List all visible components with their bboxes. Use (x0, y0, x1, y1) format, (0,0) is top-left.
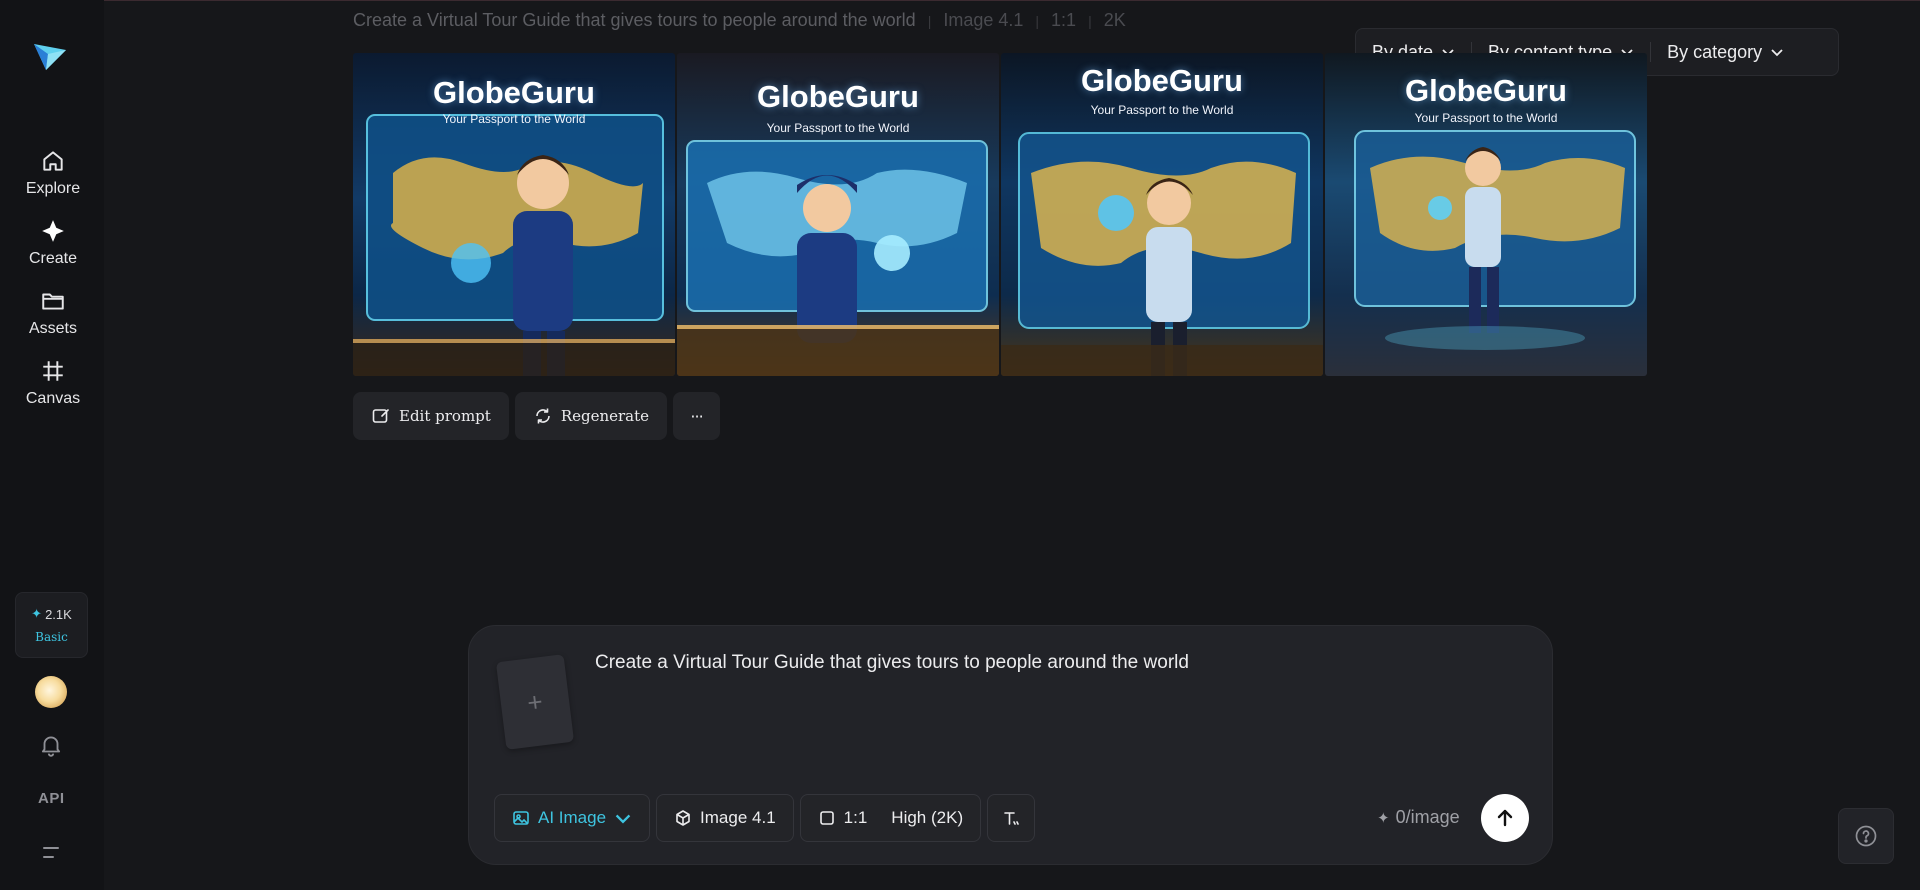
image-subtitle: Your Passport to the World (1090, 103, 1234, 117)
regenerate-button[interactable]: Regenerate (514, 392, 668, 440)
canvas-icon (43, 361, 63, 381)
model-label: Image 4.1 (700, 808, 776, 827)
plus-icon: + (525, 685, 545, 718)
bell-icon[interactable] (38, 732, 64, 758)
button-label: Regenerate (560, 407, 650, 425)
menu-icon[interactable] (40, 844, 62, 862)
top-border (0, 0, 1920, 1)
chevron-down-icon (1771, 49, 1783, 57)
header-prompt: Create a Virtual Tour Guide that gives t… (353, 10, 916, 30)
nav-label: Create (28, 250, 78, 267)
generated-image[interactable]: GlobeGuru Your Passport to the World (677, 53, 999, 376)
nav-item-create[interactable]: Create (14, 212, 92, 274)
image-subtitle: Your Passport to the World (442, 112, 586, 126)
cube-icon (676, 810, 690, 826)
nav-label: Assets (28, 320, 77, 337)
nav-item-explore[interactable]: Explore (14, 142, 92, 204)
refresh-icon (536, 408, 550, 424)
divider: | (1088, 12, 1092, 29)
avatar[interactable] (35, 676, 67, 708)
sparkle-icon: ✦ (1377, 809, 1390, 827)
model-select[interactable]: Image 4.1 (656, 794, 794, 842)
image-title: GlobeGuru (757, 79, 919, 114)
more-icon: ··· (690, 406, 703, 426)
send-button[interactable] (1481, 794, 1529, 842)
composer-toolbar: AI Image Image 4.1 1:1 High (2K) (494, 794, 1036, 842)
prompt-composer: + Create a Virtual Tour Guide that gives… (468, 625, 1553, 865)
image-icon (513, 811, 529, 825)
ratio-label: 1:1 (843, 808, 868, 827)
image-actions: Edit prompt Regenerate ··· (353, 392, 721, 440)
image-grid: GlobeGuru Your Passport to the World Glo… (353, 53, 1647, 376)
home-icon (43, 151, 63, 171)
mode-label: AI Image (538, 808, 607, 827)
image-subtitle: Your Passport to the World (1414, 111, 1558, 125)
image-title: GlobeGuru (1405, 73, 1567, 108)
sparkle-icon (42, 220, 64, 242)
nav-label: Canvas (25, 390, 81, 407)
image-title: GlobeGuru (433, 75, 595, 110)
header-resolution: 2K (1103, 10, 1126, 30)
square-ratio-icon (819, 811, 834, 825)
sparkle-icon: ✦ (31, 606, 43, 621)
api-link[interactable]: API (38, 790, 65, 807)
more-options-button[interactable]: ··· (673, 392, 721, 440)
nav-label: Explore (25, 180, 81, 197)
generated-image[interactable]: GlobeGuru Your Passport to the World (1001, 53, 1323, 376)
question-icon (1855, 825, 1877, 847)
edit-prompt-button[interactable]: Edit prompt (353, 392, 509, 440)
image-subtitle: Your Passport to the World (766, 121, 910, 135)
filter-label: By category (1667, 41, 1763, 62)
filter-by-category[interactable]: By category (1651, 29, 1800, 75)
generation-header: Create a Virtual Tour Guide that gives t… (353, 10, 1126, 31)
plan-label: Basic (35, 630, 68, 644)
cost-label: 0/image (1395, 807, 1460, 827)
header-ratio: 1:1 (1051, 10, 1077, 30)
nav-item-canvas[interactable]: Canvas (14, 352, 92, 414)
button-label: Edit prompt (399, 407, 491, 425)
upload-reference-button[interactable]: + (495, 654, 575, 750)
help-button[interactable] (1838, 808, 1894, 864)
prompt-input[interactable]: Create a Virtual Tour Guide that gives t… (595, 652, 1189, 674)
text-style-button[interactable] (987, 794, 1036, 842)
image-title: GlobeGuru (1081, 63, 1243, 98)
divider: | (927, 12, 932, 29)
text-format-icon (1004, 812, 1019, 825)
sidebar: Explore Create Assets Canvas ✦ 2.1K Basic… (0, 0, 104, 890)
logo-icon[interactable] (32, 36, 68, 72)
generated-image[interactable]: GlobeGuru Your Passport to the World (1325, 53, 1647, 376)
credits-amount: 2.1K (45, 606, 72, 622)
generated-image[interactable]: GlobeGuru Your Passport to the World (353, 53, 675, 376)
chevron-down-icon (615, 814, 631, 824)
credits-badge[interactable]: ✦ 2.1K Basic (15, 592, 88, 658)
mode-select[interactable]: AI Image (494, 794, 651, 842)
divider: | (1035, 12, 1040, 29)
edit-icon (372, 409, 389, 423)
ratio-quality-select[interactable]: 1:1 High (2K) (799, 794, 982, 842)
folder-icon (42, 293, 64, 310)
guide-illustration (1001, 132, 1323, 376)
quality-label: High (2K) (891, 808, 964, 827)
arrow-up-icon (1497, 809, 1513, 827)
header-model: Image 4.1 (943, 10, 1024, 30)
nav-item-assets[interactable]: Assets (14, 282, 92, 344)
generation-cost: ✦ 0/image (1377, 807, 1460, 828)
